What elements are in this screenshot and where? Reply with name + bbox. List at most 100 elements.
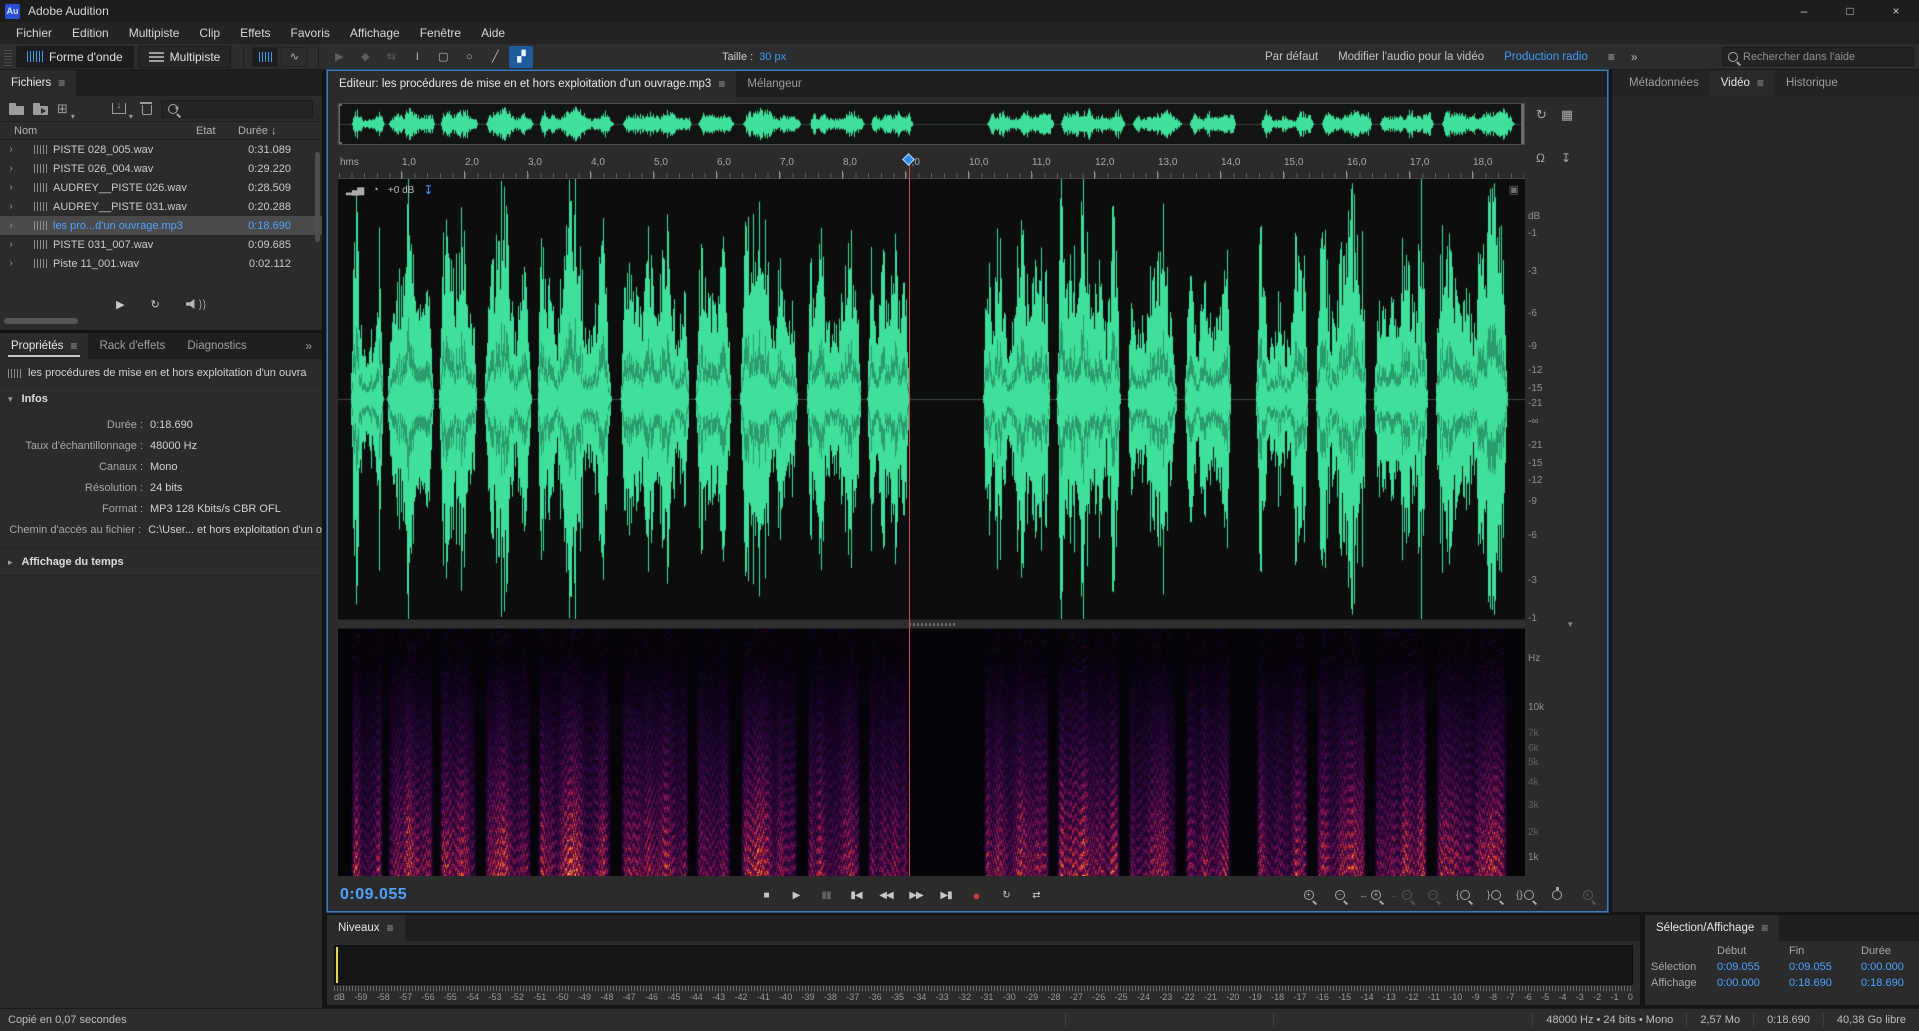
- level-meter-icon[interactable]: ▂▄▆: [346, 185, 363, 196]
- display-splitter[interactable]: [338, 619, 1525, 629]
- menu-item[interactable]: Aide: [471, 23, 515, 43]
- workspace-button[interactable]: Modifier l'audio pour la vidéo: [1328, 48, 1494, 66]
- overflow-chevron-icon[interactable]: »: [1625, 50, 1644, 64]
- workspace-menu-icon[interactable]: ≡: [1602, 50, 1621, 64]
- overflow-chevron-icon[interactable]: »: [295, 339, 322, 353]
- expand-chevron-icon[interactable]: ›: [0, 220, 22, 231]
- splitter-collapse-icon[interactable]: ▾: [1568, 619, 1573, 630]
- hud-pin-icon[interactable]: ↧: [423, 183, 433, 197]
- expand-chevron-icon[interactable]: ›: [0, 258, 22, 269]
- transport-button[interactable]: ▶▶: [903, 884, 929, 906]
- menu-item[interactable]: Edition: [62, 23, 119, 43]
- menu-item[interactable]: Affichage: [340, 23, 410, 43]
- spectrogram-canvas[interactable]: [338, 629, 1525, 876]
- file-row[interactable]: › AUDREY__PISTE 026.wav 0:28.509: [0, 178, 322, 197]
- vertical-scrollbar[interactable]: [315, 152, 320, 242]
- transport-button[interactable]: ■: [753, 884, 779, 906]
- zoom-button[interactable]: −: [1327, 884, 1351, 906]
- waveform-canvas[interactable]: [338, 179, 1525, 619]
- multitrack-mode-button[interactable]: Multipiste: [138, 46, 232, 68]
- zoom-button[interactable]: +: [1575, 884, 1599, 906]
- zoom-button[interactable]: +: [1296, 884, 1320, 906]
- hud-gain-value[interactable]: +0 dB: [388, 185, 414, 196]
- tab-effects-rack[interactable]: Rack d'effets: [88, 333, 176, 359]
- timeline-ruler[interactable]: hms 1,02,03,04,05,06,07,08,09,010,011,01…: [338, 149, 1525, 179]
- zoom-button[interactable]: [1544, 884, 1568, 906]
- overview-strip[interactable]: [338, 103, 1525, 145]
- preview-autoplay-icon[interactable]: )): [186, 299, 206, 309]
- menu-item[interactable]: Favoris: [281, 23, 340, 43]
- overview-right-handle[interactable]: [1521, 104, 1524, 144]
- tab-diagnostics[interactable]: Diagnostics: [176, 333, 257, 359]
- zoom-button[interactable]: −: [1420, 884, 1444, 906]
- import-file-icon[interactable]: [33, 106, 48, 115]
- tool-button[interactable]: ▢: [431, 46, 455, 68]
- dropdown-caret-icon[interactable]: ▾: [129, 112, 133, 121]
- menu-item[interactable]: Fichier: [6, 23, 62, 43]
- spectral-view-button[interactable]: ∿: [281, 47, 307, 67]
- files-search-field[interactable]: ▾: [161, 100, 313, 118]
- zoom-button[interactable]: }: [1482, 884, 1506, 906]
- size-value[interactable]: 30 px: [759, 51, 786, 63]
- dropdown-caret-icon[interactable]: ▾: [71, 112, 75, 121]
- expand-chevron-icon[interactable]: ›: [0, 163, 22, 174]
- refresh-icon[interactable]: ↻: [1536, 107, 1547, 123]
- transport-button[interactable]: ▮◀: [843, 884, 869, 906]
- workspace-button[interactable]: Par défaut: [1255, 48, 1328, 66]
- spectrogram-display[interactable]: [338, 629, 1525, 876]
- menu-item[interactable]: Multipiste: [119, 23, 190, 43]
- display-toggle-icon[interactable]: ▣: [1509, 183, 1519, 196]
- file-row[interactable]: › PISTE 028_005.wav 0:31.089: [0, 140, 322, 159]
- tool-button[interactable]: ⇆: [379, 46, 403, 68]
- expand-chevron-icon[interactable]: ›: [0, 144, 22, 155]
- column-duration[interactable]: Durée ↓: [238, 125, 308, 137]
- file-row[interactable]: › Piste 11_001.wav 0:02.112: [0, 254, 322, 273]
- panel-menu-icon[interactable]: ≡: [58, 76, 65, 90]
- panel-menu-icon[interactable]: ≡: [387, 921, 394, 935]
- transport-button[interactable]: ▮▮: [813, 884, 839, 906]
- infos-section-header[interactable]: ▾ Infos: [0, 385, 322, 412]
- help-search-input[interactable]: [1743, 51, 1893, 63]
- level-meter[interactable]: [334, 945, 1633, 985]
- tab-metadata[interactable]: Métadonnées: [1618, 70, 1710, 96]
- selection-start-value[interactable]: 0:09.055: [1717, 961, 1789, 973]
- transport-button[interactable]: ◀◀: [873, 884, 899, 906]
- marker-pin-icon[interactable]: ↧: [1561, 151, 1571, 165]
- zoom-button[interactable]: {}: [1513, 884, 1537, 906]
- layout-grid-icon[interactable]: ▦: [1561, 107, 1573, 123]
- workspace-button[interactable]: Production radio: [1494, 48, 1598, 66]
- time-display[interactable]: 0:09.055: [340, 886, 407, 904]
- zoom-button[interactable]: {: [1451, 884, 1475, 906]
- tool-button[interactable]: I: [405, 46, 429, 68]
- file-row[interactable]: › PISTE 026_004.wav 0:29.220: [0, 159, 322, 178]
- files-tab[interactable]: Fichiers ≡: [0, 70, 76, 96]
- new-content-icon[interactable]: ⊞: [57, 101, 68, 117]
- transport-button[interactable]: ▶: [783, 884, 809, 906]
- panel-menu-icon[interactable]: ≡: [1761, 921, 1768, 935]
- menu-item[interactable]: Clip: [189, 23, 230, 43]
- horizontal-scrollbar[interactable]: [4, 318, 78, 324]
- levels-tab[interactable]: Niveaux ≡: [327, 915, 405, 941]
- file-row[interactable]: › les pro...d'un ouvrage.mp3 0:18.690: [0, 216, 322, 235]
- expand-chevron-icon[interactable]: ›: [0, 182, 22, 193]
- close-button[interactable]: ×: [1873, 0, 1919, 22]
- file-row[interactable]: › PISTE 031_007.wav 0:09.685: [0, 235, 322, 254]
- toolbar-grip[interactable]: [4, 48, 12, 66]
- overview-waveform-canvas[interactable]: [340, 106, 1523, 142]
- transport-button[interactable]: ●: [963, 884, 989, 906]
- trash-icon[interactable]: [142, 105, 152, 115]
- waveform-display[interactable]: ▂▄▆ ◔ +0 dB ↧ ▣: [338, 179, 1525, 619]
- clock-icon[interactable]: ◔: [372, 184, 379, 196]
- expand-chevron-icon[interactable]: ›: [0, 201, 22, 212]
- insert-into-multitrack-icon[interactable]: ↓: [112, 103, 126, 114]
- minimize-button[interactable]: –: [1781, 0, 1827, 22]
- tool-button[interactable]: ▞: [509, 46, 533, 68]
- preview-loop-icon[interactable]: ↻: [151, 298, 160, 311]
- time-display-section-header[interactable]: ▸ Affichage du temps: [0, 548, 322, 576]
- selection-end-value[interactable]: 0:09.055: [1789, 961, 1861, 973]
- editor-tab[interactable]: Editeur: les procédures de mise en et ho…: [328, 71, 736, 97]
- view-end-value[interactable]: 0:18.690: [1789, 977, 1861, 989]
- mixer-tab[interactable]: Mélangeur: [736, 71, 812, 97]
- tool-button[interactable]: ▶: [327, 46, 351, 68]
- expand-chevron-icon[interactable]: ▸: [8, 557, 13, 568]
